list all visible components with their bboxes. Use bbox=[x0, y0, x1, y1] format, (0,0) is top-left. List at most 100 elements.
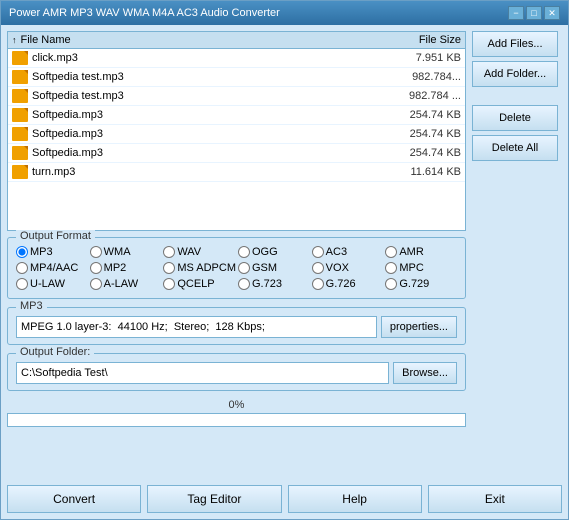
col-size-header[interactable]: File Size bbox=[381, 34, 461, 46]
mp3-group-label: MP3 bbox=[16, 300, 47, 312]
mp3-properties-input[interactable] bbox=[16, 316, 377, 338]
file-name-cell: Softpedia test.mp3 bbox=[32, 90, 381, 102]
format-radio-amr[interactable] bbox=[385, 246, 397, 258]
help-button[interactable]: Help bbox=[288, 485, 422, 513]
properties-row: properties... bbox=[16, 316, 457, 338]
table-row[interactable]: Softpedia.mp3 254.74 KB bbox=[8, 125, 465, 144]
file-name-cell: click.mp3 bbox=[32, 52, 381, 64]
format-label-ac3: AC3 bbox=[326, 246, 347, 258]
add-folder-button[interactable]: Add Folder... bbox=[472, 61, 558, 87]
format-radio-mp4aac[interactable] bbox=[16, 262, 28, 274]
file-size-cell: 254.74 KB bbox=[381, 109, 461, 121]
file-list-header: ↑ File Name File Size bbox=[8, 32, 465, 49]
format-label-vox: VOX bbox=[326, 262, 349, 274]
file-name-cell: turn.mp3 bbox=[32, 166, 381, 178]
format-msadpcm[interactable]: MS ADPCM bbox=[163, 262, 236, 274]
right-panel: Add Files... Add Folder... Delete Delete… bbox=[472, 31, 562, 475]
maximize-button[interactable]: □ bbox=[526, 6, 542, 20]
file-icon bbox=[12, 70, 28, 84]
format-ac3[interactable]: AC3 bbox=[312, 246, 384, 258]
output-folder-label: Output Folder: bbox=[16, 346, 94, 358]
main-content: ↑ File Name File Size click.mp3 7.951 KB… bbox=[1, 25, 568, 481]
minimize-button[interactable]: − bbox=[508, 6, 524, 20]
format-label-mp2: MP2 bbox=[104, 262, 127, 274]
progress-percent: 0% bbox=[229, 399, 245, 411]
format-radio-mp2[interactable] bbox=[90, 262, 102, 274]
format-label-mp4aac: MP4/AAC bbox=[30, 262, 78, 274]
table-row[interactable]: click.mp3 7.951 KB bbox=[8, 49, 465, 68]
table-row[interactable]: turn.mp3 11.614 KB bbox=[8, 163, 465, 182]
format-ulaw[interactable]: U-LAW bbox=[16, 278, 88, 290]
format-label-ogg: OGG bbox=[252, 246, 278, 258]
properties-button[interactable]: properties... bbox=[381, 316, 457, 338]
output-folder-row: Browse... bbox=[16, 362, 457, 384]
format-radio-vox[interactable] bbox=[312, 262, 324, 274]
format-alaw[interactable]: A-LAW bbox=[90, 278, 162, 290]
format-g729[interactable]: G.729 bbox=[385, 278, 457, 290]
format-radio-wav[interactable] bbox=[163, 246, 175, 258]
exit-button[interactable]: Exit bbox=[428, 485, 562, 513]
table-row[interactable]: Softpedia.mp3 254.74 KB bbox=[8, 106, 465, 125]
format-label-g726: G.726 bbox=[326, 278, 356, 290]
file-name-cell: Softpedia.mp3 bbox=[32, 128, 381, 140]
left-panel: ↑ File Name File Size click.mp3 7.951 KB… bbox=[7, 31, 466, 475]
output-folder-input[interactable] bbox=[16, 362, 389, 384]
delete-button[interactable]: Delete bbox=[472, 105, 558, 131]
format-mp3[interactable]: MP3 bbox=[16, 246, 88, 258]
format-radio-mp3[interactable] bbox=[16, 246, 28, 258]
progress-area: 0% bbox=[7, 397, 466, 431]
format-g723[interactable]: G.723 bbox=[238, 278, 310, 290]
output-format-label: Output Format bbox=[16, 230, 95, 242]
file-icon bbox=[12, 127, 28, 141]
format-mp4aac[interactable]: MP4/AAC bbox=[16, 262, 88, 274]
col-name-header[interactable]: ↑ File Name bbox=[12, 34, 381, 46]
format-label-g723: G.723 bbox=[252, 278, 282, 290]
file-icon bbox=[12, 89, 28, 103]
format-ogg[interactable]: OGG bbox=[238, 246, 310, 258]
format-mp2[interactable]: MP2 bbox=[90, 262, 162, 274]
format-radio-ac3[interactable] bbox=[312, 246, 324, 258]
format-radio-qcelp[interactable] bbox=[163, 278, 175, 290]
table-row[interactable]: Softpedia.mp3 254.74 KB bbox=[8, 144, 465, 163]
tag-editor-button[interactable]: Tag Editor bbox=[147, 485, 281, 513]
format-label-amr: AMR bbox=[399, 246, 423, 258]
convert-button[interactable]: Convert bbox=[7, 485, 141, 513]
file-icon bbox=[12, 108, 28, 122]
format-label-mp3: MP3 bbox=[30, 246, 53, 258]
file-name-cell: Softpedia.mp3 bbox=[32, 147, 381, 159]
table-row[interactable]: Softpedia test.mp3 982.784 ... bbox=[8, 87, 465, 106]
format-radio-g726[interactable] bbox=[312, 278, 324, 290]
format-radio-alaw[interactable] bbox=[90, 278, 102, 290]
format-radio-g729[interactable] bbox=[385, 278, 397, 290]
output-folder-box: Output Folder: Browse... bbox=[7, 353, 466, 391]
format-label-wav: WAV bbox=[177, 246, 201, 258]
close-button[interactable]: ✕ bbox=[544, 6, 560, 20]
format-radio-mpc[interactable] bbox=[385, 262, 397, 274]
format-qcelp[interactable]: QCELP bbox=[163, 278, 236, 290]
format-radio-ulaw[interactable] bbox=[16, 278, 28, 290]
format-radio-gsm[interactable] bbox=[238, 262, 250, 274]
browse-button[interactable]: Browse... bbox=[393, 362, 457, 384]
file-icon bbox=[12, 165, 28, 179]
file-list-container[interactable]: ↑ File Name File Size click.mp3 7.951 KB… bbox=[7, 31, 466, 231]
format-radio-ogg[interactable] bbox=[238, 246, 250, 258]
format-g726[interactable]: G.726 bbox=[312, 278, 384, 290]
format-mpc[interactable]: MPC bbox=[385, 262, 457, 274]
format-vox[interactable]: VOX bbox=[312, 262, 384, 274]
progress-bar-container bbox=[7, 413, 466, 427]
format-amr[interactable]: AMR bbox=[385, 246, 457, 258]
file-icon bbox=[12, 51, 28, 65]
table-row[interactable]: Softpedia test.mp3 982.784... bbox=[8, 68, 465, 87]
format-label-wma: WMA bbox=[104, 246, 131, 258]
format-wav[interactable]: WAV bbox=[163, 246, 236, 258]
format-radio-g723[interactable] bbox=[238, 278, 250, 290]
file-size-cell: 254.74 KB bbox=[381, 147, 461, 159]
window-title: Power AMR MP3 WAV WMA M4A AC3 Audio Conv… bbox=[9, 7, 280, 19]
format-gsm[interactable]: GSM bbox=[238, 262, 310, 274]
format-wma[interactable]: WMA bbox=[90, 246, 162, 258]
add-files-button[interactable]: Add Files... bbox=[472, 31, 558, 57]
format-radio-wma[interactable] bbox=[90, 246, 102, 258]
col-name-label: File Name bbox=[21, 34, 71, 46]
format-radio-msadpcm[interactable] bbox=[163, 262, 175, 274]
delete-all-button[interactable]: Delete All bbox=[472, 135, 558, 161]
